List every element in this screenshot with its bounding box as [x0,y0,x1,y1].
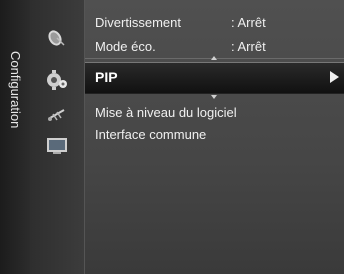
menu-item-common-interface[interactable]: Interface commune [95,126,335,144]
menu-item-value: : Arrêt [231,15,266,30]
menu-item-mode-eco[interactable]: Mode éco. : Arrêt [95,38,335,56]
menu-item-label: Interface commune [95,127,207,142]
menu-item-label: Mode éco. [95,39,156,54]
scroll-down-icon[interactable] [211,95,217,99]
menu-item-software-upgrade[interactable]: Mise à niveau du logiciel [95,104,335,122]
menu-item-value: : Arrêt [231,39,266,54]
menu-item-label: PIP [95,69,118,85]
gear-settings-icon[interactable] [44,68,70,90]
menu-item-divertissement[interactable]: Divertissement : Arrêt [95,14,335,32]
side-tab-label: Configuration [8,51,23,129]
scroll-up-icon[interactable] [211,56,217,60]
settings-menu-list: Divertissement : Arrêt Mode éco. : Arrêt… [84,0,344,274]
side-tab: Configuration [0,0,30,274]
input-source-icon[interactable] [44,134,70,156]
menu-item-label: Mise à niveau du logiciel [95,105,237,120]
chevron-right-icon [330,71,339,83]
antenna-icon[interactable] [44,104,70,126]
category-icon-column [30,0,113,274]
osd-menu-screen: Configuration Divertissement: Arrêt Mod… [0,0,344,274]
menu-item-label: Divertissement [95,15,181,30]
satellite-dish-icon[interactable] [44,26,70,48]
menu-item-pip-selected[interactable]: PIP [85,62,344,94]
